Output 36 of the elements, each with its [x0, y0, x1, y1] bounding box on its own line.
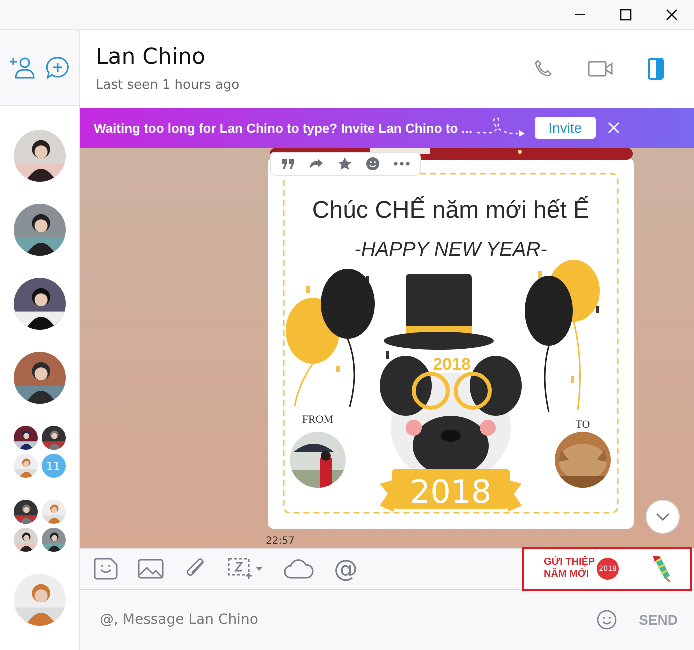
emoji-icon[interactable] [597, 610, 618, 630]
promo-text: GỬI THIỆP NĂM MỚI [544, 557, 596, 581]
last-seen-status: Last seen 1 hours ago [96, 78, 240, 93]
card-year: 2018 [410, 473, 492, 511]
firework-rocket-icon [651, 555, 674, 583]
invite-message: Waiting too long for Lan Chino to type? Invite Lan Chino to ... [94, 120, 473, 136]
member-count-badge: 11 [42, 454, 66, 478]
mention-button[interactable]: @ [334, 557, 358, 581]
message-input-field[interactable]: @, Message Lan Chino [98, 611, 578, 629]
invite-button[interactable]: Invite [534, 117, 596, 139]
smiley-icon[interactable] [366, 157, 380, 171]
screenshot-icon[interactable] [228, 558, 264, 580]
phone-icon[interactable] [534, 59, 554, 79]
side-panel-icon[interactable] [648, 58, 664, 80]
new-chat-icon[interactable] [46, 56, 70, 80]
cloud-icon[interactable] [284, 559, 314, 579]
image-icon[interactable] [138, 559, 164, 579]
sticker-icon[interactable] [94, 558, 118, 580]
contact-name: Lan Chino [96, 45, 206, 70]
add-contact-icon[interactable] [9, 56, 36, 80]
share-icon[interactable] [309, 158, 324, 170]
message-time: 22:57 [266, 536, 295, 547]
to-label: TO [576, 419, 590, 431]
star-icon[interactable] [338, 157, 352, 171]
more-icon[interactable] [394, 162, 410, 166]
scroll-down-button[interactable] [646, 500, 680, 534]
maximize-icon[interactable] [620, 8, 632, 20]
card-title: Chúc CHẾ năm mới hết Ế [312, 197, 590, 224]
close-icon[interactable] [666, 8, 678, 20]
send-button[interactable]: SEND [637, 610, 680, 630]
quote-icon[interactable] [281, 158, 295, 170]
from-label: FROM [302, 414, 334, 426]
chevron-down-icon [656, 513, 670, 521]
video-camera-icon[interactable] [588, 60, 614, 78]
card-subtitle: -HAPPY NEW YEAR- [354, 239, 548, 261]
glasses-year: 2018 [433, 355, 471, 374]
